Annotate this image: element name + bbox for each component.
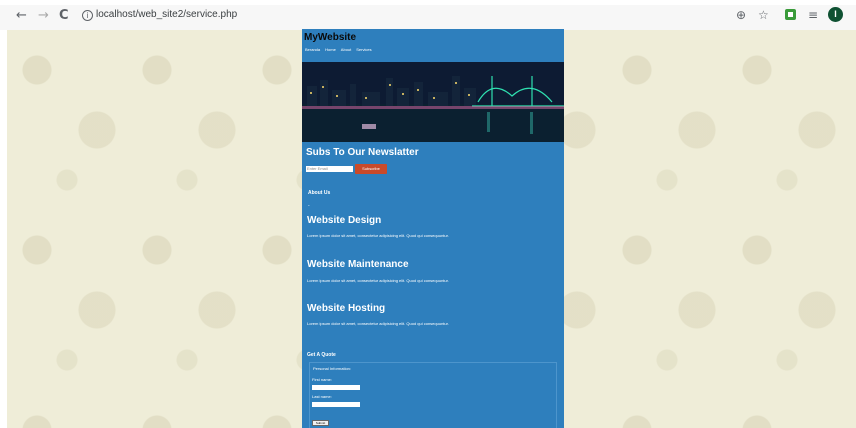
first-name-input[interactable]: [312, 385, 360, 390]
bookmark-star-icon[interactable]: ☆: [758, 9, 769, 21]
zoom-icon[interactable]: ⊕: [736, 9, 746, 21]
last-name-label: Last name:: [312, 394, 332, 399]
media-control-icon[interactable]: ≡: [808, 9, 818, 21]
browser-toolbar: ← → C i localhost/web_site2/service.php …: [0, 0, 856, 31]
menu-item-about[interactable]: About: [341, 47, 351, 52]
about-us-marker: -: [308, 203, 310, 209]
service-title-hosting: Website Hosting: [307, 303, 386, 314]
tab-strip: [0, 0, 856, 5]
personal-info-legend: Personal Information:: [313, 366, 352, 371]
service-title-maintenance: Website Maintenance: [307, 259, 409, 270]
site-info-icon[interactable]: i: [82, 10, 93, 21]
reload-icon[interactable]: C: [59, 9, 69, 22]
extension-icon[interactable]: [785, 9, 796, 20]
subscribe-button[interactable]: Subscribe: [355, 164, 387, 174]
submit-button[interactable]: Submit: [312, 420, 329, 426]
service-text-maintenance: Lorem ipsum dolor sit amet, consectetur …: [307, 278, 449, 283]
window-edge: [0, 30, 7, 428]
about-us-heading: About Us: [308, 190, 331, 196]
city-skyline-image: [302, 62, 564, 142]
menu-item-beranda[interactable]: Beranda: [305, 47, 320, 52]
address-bar[interactable]: i localhost/web_site2/service.php: [78, 8, 718, 24]
personal-info-fieldset: [309, 362, 557, 428]
first-name-label: First name:: [312, 377, 333, 382]
quote-heading: Get A Quote: [307, 352, 336, 358]
url-text[interactable]: localhost/web_site2/service.php: [96, 9, 237, 20]
service-text-hosting: Lorem ipsum dolor sit amet, consectetur …: [307, 321, 449, 326]
email-input[interactable]: Enter Email: [306, 166, 353, 172]
newsletter-title: Subs To Our Newslatter: [306, 147, 419, 158]
back-icon[interactable]: ←: [16, 9, 27, 22]
service-text-design: Lorem ipsum dolor sit amet, consectetur …: [307, 233, 449, 238]
profile-avatar[interactable]: I: [828, 7, 843, 22]
site-menu: Beranda Home About Services: [305, 47, 372, 52]
site-container: MyWebsite Beranda Home About Services Su…: [302, 29, 564, 428]
forward-icon[interactable]: →: [38, 9, 49, 22]
site-brand[interactable]: MyWebsite: [304, 32, 356, 43]
menu-item-services[interactable]: Services: [356, 47, 371, 52]
last-name-input[interactable]: [312, 402, 360, 407]
service-title-design: Website Design: [307, 215, 382, 226]
hero-image: [302, 62, 564, 142]
menu-item-home[interactable]: Home: [325, 47, 336, 52]
